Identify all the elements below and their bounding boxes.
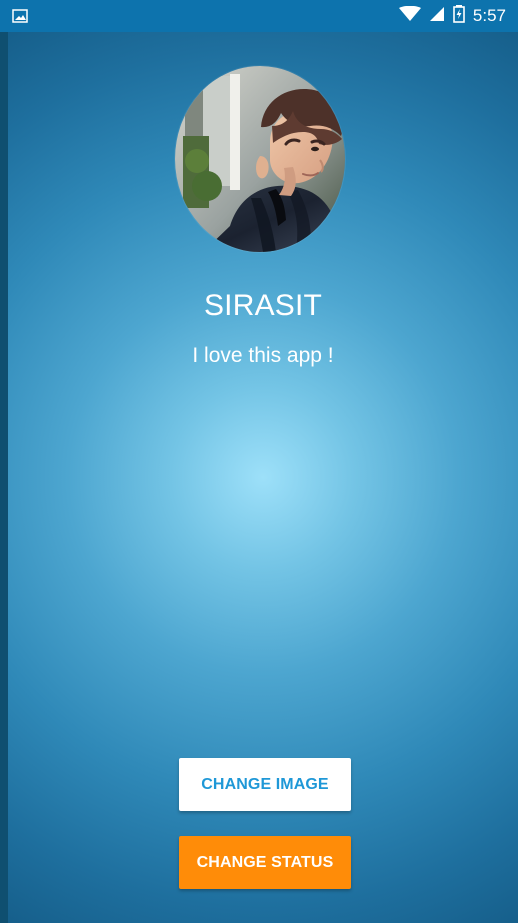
profile-avatar [175,66,345,252]
signal-icon [429,6,445,27]
status-bar: 5:57 [0,0,518,32]
status-time: 5:57 [472,6,506,25]
profile-name: SIRASIT [203,289,323,322]
wifi-icon [398,5,421,27]
app-screen: 5:57 SIRASIT I love this app ! CHANGE IM… [0,0,518,923]
status-indicators: 5:57 [398,4,506,28]
battery-icon [453,4,465,28]
image-notification-icon [12,9,28,23]
profile-screen: SIRASIT I love this app ! CHANGE IMAGE C… [8,32,518,923]
change-status-button[interactable]: CHANGE STATUS [179,836,351,889]
profile-status: I love this app ! [192,344,334,367]
change-image-button[interactable]: CHANGE IMAGE [179,758,351,811]
